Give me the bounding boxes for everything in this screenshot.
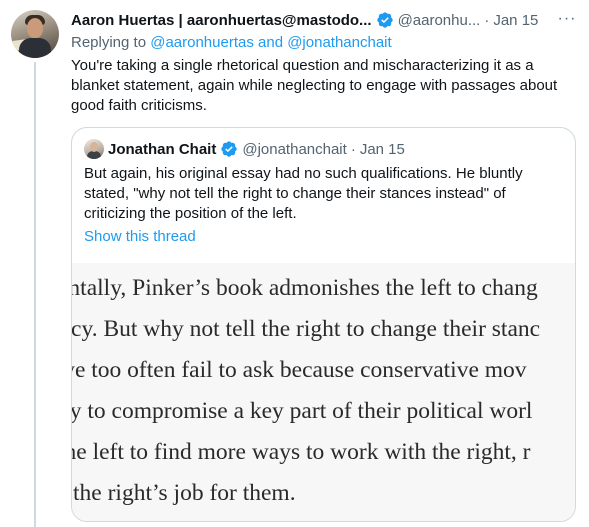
essay-excerpt-image[interactable]: entally, Pinker’s book admonishes the le… xyxy=(72,263,575,521)
replying-prefix: Replying to xyxy=(71,34,147,51)
quoted-tweet[interactable]: Jonathan Chait @jonathanchait · Jan 15 B… xyxy=(71,127,576,522)
separator-dot: · xyxy=(350,140,356,158)
author-name[interactable]: Aaron Huertas | aaronhuertas@mastodo... xyxy=(71,12,372,29)
quoted-timestamp: Jan 15 xyxy=(359,140,405,158)
thread-line xyxy=(34,62,36,527)
excerpt-line: s the right’s job for them. xyxy=(72,480,296,506)
quoted-author-name: Jonathan Chait xyxy=(108,140,217,158)
quoted-avatar-face xyxy=(90,142,98,152)
verified-badge-icon xyxy=(376,11,394,29)
avatar-column xyxy=(11,10,59,58)
quoted-author-handle: @jonathanchait xyxy=(242,140,347,158)
excerpt-line: we too often fail to ask because conserv… xyxy=(72,357,527,383)
quoted-avatar xyxy=(84,139,104,159)
show-thread-link[interactable]: Show this thread xyxy=(84,228,196,245)
quoted-tweet-header: Jonathan Chait @jonathanchait · Jan 15 xyxy=(84,139,405,159)
more-options-icon[interactable]: ··· xyxy=(556,8,578,30)
tweet-text: You're taking a single rhetorical questi… xyxy=(71,57,558,114)
replying-mentions[interactable]: @aaronhuertas and @jonathanchait xyxy=(150,34,391,51)
avatar-face xyxy=(27,18,43,38)
verified-badge-icon xyxy=(220,140,238,158)
tweet-header: Aaron Huertas | aaronhuertas@mastodo... … xyxy=(71,10,576,30)
tweet[interactable]: Aaron Huertas | aaronhuertas@mastodo... … xyxy=(0,0,589,527)
avatar-body xyxy=(19,38,51,58)
excerpt-line: licy. But why not tell the right to chan… xyxy=(72,316,541,342)
quoted-tweet-text: But again, his original essay had no suc… xyxy=(84,165,523,222)
avatar[interactable] xyxy=(11,10,59,58)
author-handle[interactable]: @aaronhu... xyxy=(398,12,481,29)
replying-to: Replying to @aaronhuertas and @jonathanc… xyxy=(71,33,576,53)
excerpt-line: entally, Pinker’s book admonishes the le… xyxy=(72,275,538,301)
quoted-avatar-suit xyxy=(87,151,101,159)
excerpt-line: the left to find more ways to work with … xyxy=(72,439,531,465)
excerpt-line: hy to compromise a key part of their pol… xyxy=(72,398,533,424)
separator-dot: · xyxy=(484,11,490,29)
timestamp[interactable]: Jan 15 xyxy=(493,12,538,29)
tweet-content: Aaron Huertas | aaronhuertas@mastodo... … xyxy=(71,8,578,522)
